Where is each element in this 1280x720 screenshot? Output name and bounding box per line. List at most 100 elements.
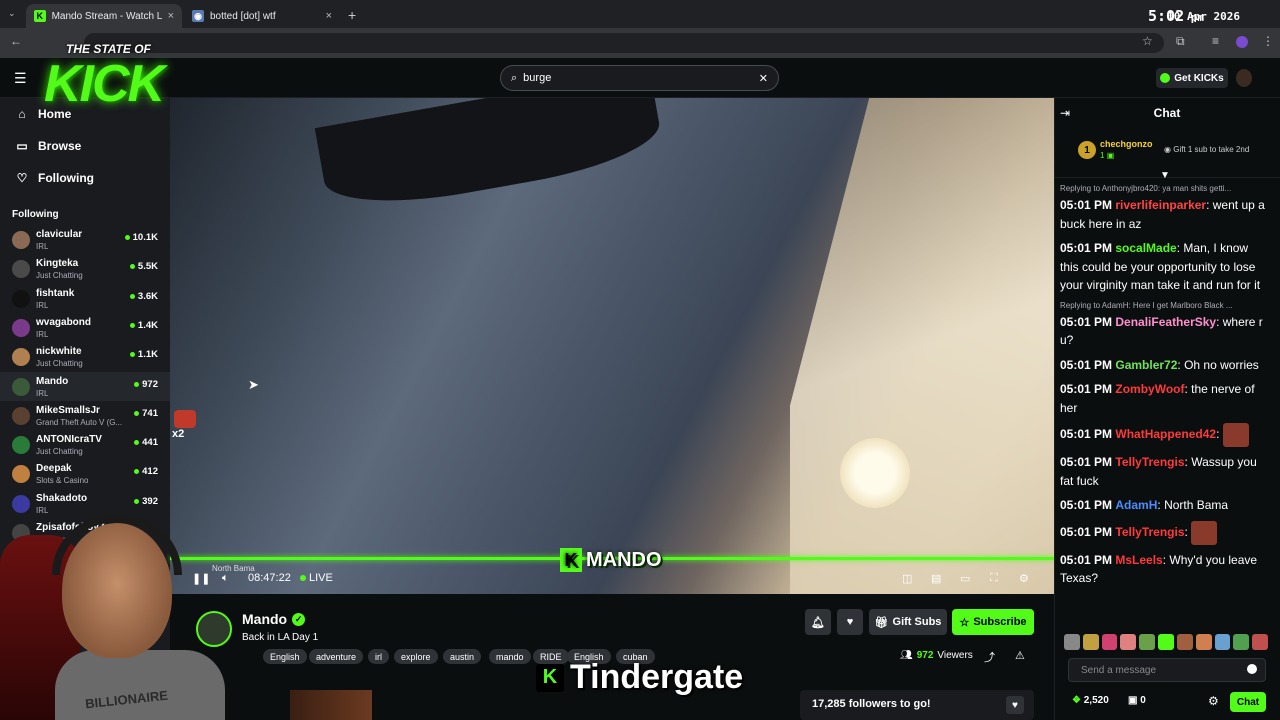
message-username[interactable]: TellyTrengis <box>1115 455 1184 469</box>
message-username[interactable]: TellyTrengis <box>1115 525 1184 539</box>
message-username[interactable]: Gambler72 <box>1115 358 1177 372</box>
quick-emote-icon[interactable] <box>1064 634 1080 650</box>
quick-emote-icon[interactable] <box>1101 634 1118 650</box>
message-time: 05:01 PM <box>1060 198 1113 212</box>
tag-chip[interactable]: mando <box>489 649 531 664</box>
clear-search-icon[interactable]: ✕ <box>759 72 768 85</box>
message-username[interactable]: AdamH <box>1115 498 1157 512</box>
notification-bell-button[interactable]: 🔔︎ <box>805 609 831 635</box>
tag-chip[interactable]: austin <box>443 649 482 664</box>
kicks-coin-icon <box>1160 73 1171 83</box>
message-text: Oh no worries <box>1184 357 1259 372</box>
get-kicks-button[interactable]: Get KICKs <box>1156 68 1228 88</box>
message-username[interactable]: DenaliFeatherSky <box>1115 315 1216 329</box>
viewer-count: 10.1K <box>132 232 158 243</box>
profile-icon[interactable] <box>1236 36 1248 48</box>
tag-chip[interactable]: adventure <box>309 649 364 664</box>
chat-title: Chat <box>1153 106 1181 120</box>
sidebar-item-following[interactable]: ♡ Following <box>16 168 94 188</box>
settings-gear-icon[interactable]: ⚙ <box>1019 572 1029 585</box>
sidebar-channel-mikesmallsjr[interactable]: MikeSmallsJr Grand Theft Auto V (G... 741 <box>0 401 170 430</box>
quick-emote-icon[interactable] <box>1139 634 1156 650</box>
omnibox[interactable] <box>84 33 1164 53</box>
channel-category: IRL <box>36 300 49 310</box>
fullscreen-icon[interactable]: ⛶ <box>990 572 998 585</box>
sidebar-channel-nickwhite[interactable]: nickwhite Just Chatting 1.1K <box>0 342 170 371</box>
sidebar-channel-wvagabond[interactable]: wvagabond IRL 1.4K <box>0 313 170 342</box>
quick-emote-icon[interactable] <box>1082 634 1099 650</box>
emoji-picker-icon[interactable] <box>1247 664 1257 674</box>
heart-icon[interactable]: ♥ <box>1006 696 1024 714</box>
menu-kebab-icon[interactable]: ⋮ <box>1262 34 1274 48</box>
tab-close-icon[interactable]: × <box>326 10 332 22</box>
user-avatar[interactable] <box>1236 69 1252 87</box>
tag-chip[interactable]: English <box>263 649 307 664</box>
message-username[interactable]: riverlifeinparker <box>1115 198 1206 212</box>
emote-icon <box>174 410 196 428</box>
channel-name: Mando <box>36 375 69 387</box>
subscribe-button[interactable]: ☆ Subscribe <box>952 609 1034 635</box>
search-input[interactable]: ⌕ burge ✕ <box>500 65 779 91</box>
sidebar-item-browse[interactable]: ▭ Browse <box>16 136 81 156</box>
clip-icon[interactable]: ▤ <box>931 572 941 585</box>
channel-avatar <box>12 289 30 308</box>
quick-emote-icon[interactable] <box>1233 634 1250 650</box>
quick-emote-icon[interactable] <box>1252 634 1268 650</box>
channel-points[interactable]: ❖ 2,520 <box>1072 695 1109 706</box>
quick-emote-icon[interactable] <box>1214 634 1231 650</box>
tab-mando-stream[interactable]: K Mando Stream - Watch Live × <box>26 4 182 28</box>
channel-viewers: 412 <box>134 466 158 477</box>
pip-icon[interactable]: ◫ <box>902 572 912 585</box>
sidebar-channel-fishtank[interactable]: fishtank IRL 3.6K <box>0 284 170 313</box>
tab-search-icon[interactable]: ⌄ <box>8 8 16 19</box>
extensions-icon[interactable]: ⧉ <box>1176 34 1185 49</box>
viewers-label: Viewers <box>937 650 973 661</box>
sidebar-channel-deepak[interactable]: Deepak Slots & Casino 412 <box>0 459 170 488</box>
date: 10 Apr 2026 <box>1167 10 1240 23</box>
sidebar-channel-antonicratv[interactable]: ANTONIcraTV Just Chatting 441 <box>0 430 170 459</box>
message-username[interactable]: socalMade <box>1115 241 1176 255</box>
channel-category: IRL <box>36 388 49 398</box>
tag-chip[interactable]: explore <box>394 649 438 664</box>
message-username[interactable]: MsLeels <box>1115 553 1162 567</box>
reply-context[interactable]: Replying to AdamH: Here I get Marlboro B… <box>1060 301 1266 310</box>
tag-chip[interactable]: irl <box>368 649 389 664</box>
sidebar-channel-mando[interactable]: Mando IRL 972 <box>0 371 170 401</box>
sidebar-channel-shakadoto[interactable]: Shakadoto IRL 392 <box>0 489 170 518</box>
follow-heart-button[interactable]: ♥ <box>837 609 863 635</box>
reply-context[interactable]: Replying to Anthonyjbro420: ya man shits… <box>1060 184 1266 193</box>
send-message-input[interactable]: Send a message <box>1068 658 1266 682</box>
quick-emote-icon[interactable] <box>1120 634 1137 650</box>
top-gifter-name[interactable]: chechgonzo <box>1100 139 1153 149</box>
channel-name[interactable]: Mando ✓ <box>242 611 306 627</box>
reading-list-icon[interactable]: ≡ <box>1212 34 1219 48</box>
bookmark-star-icon[interactable]: ☆ <box>1142 34 1153 48</box>
gift-subs-button[interactable]: 🎁︎ Gift Subs <box>869 609 947 635</box>
chat-send-button[interactable]: Chat <box>1230 692 1266 712</box>
channel-avatar <box>12 436 30 455</box>
channel-name-text: Mando <box>242 611 288 627</box>
sidebar-channel-kingteka[interactable]: Kingteka Just Chatting 5.5K <box>0 254 170 283</box>
video-player[interactable] <box>170 98 1054 594</box>
tab-botted[interactable]: ◉ botted [dot] wtf × <box>184 4 340 28</box>
report-icon[interactable]: ⚠ <box>1015 649 1025 662</box>
tab-close-icon[interactable]: × <box>168 10 174 22</box>
quick-emote-icon[interactable] <box>1195 634 1212 650</box>
share-icon[interactable]: ⤴ <box>984 649 995 665</box>
chat-message: 05:01 PM MsLeels: Why'd you leave Texas? <box>1060 551 1266 588</box>
quick-emote-icon[interactable] <box>1176 634 1193 650</box>
channel-avatar <box>12 318 30 337</box>
message-time: 05:01 PM <box>1060 382 1113 396</box>
tab-title: Mando Stream - Watch Live <box>51 10 162 22</box>
heart-icon: ♡ <box>16 171 28 185</box>
new-tab-icon[interactable]: + <box>348 7 356 23</box>
back-icon[interactable]: ← <box>10 34 22 48</box>
pin-expand-icon[interactable]: ▼ <box>1160 170 1170 181</box>
quick-emote-icon[interactable] <box>1158 634 1174 650</box>
theater-mode-icon[interactable]: ▭ <box>960 572 970 585</box>
message-username[interactable]: WhatHappened42 <box>1115 427 1216 441</box>
chat-settings-icon[interactable]: ⚙ <box>1208 694 1219 708</box>
message-username[interactable]: ZombyWoof <box>1115 382 1184 396</box>
sidebar-channel-clavicular[interactable]: clavicular IRL 10.1K <box>0 225 170 254</box>
kicks-balance[interactable]: ▣ 0 <box>1128 695 1146 706</box>
